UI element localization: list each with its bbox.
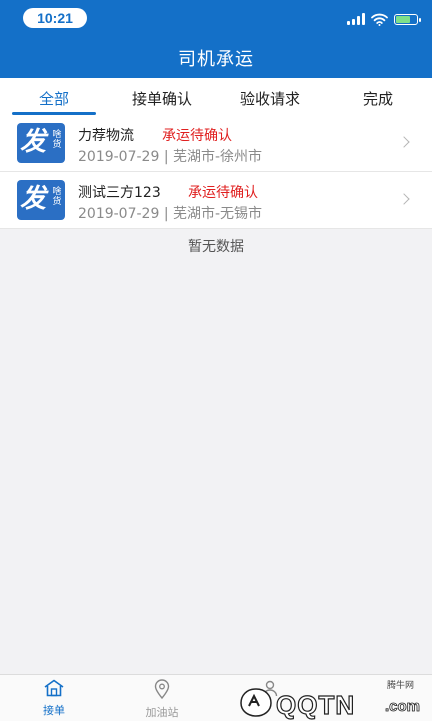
- tabbar-item-gas-station[interactable]: 加油站: [140, 679, 184, 720]
- logo-big-char: 发: [20, 184, 47, 214]
- order-meta: 2019-07-29 | 芜湖市-无锡市: [78, 203, 262, 223]
- status-time: 10:21: [37, 10, 73, 26]
- status-bar: 10:21: [0, 0, 432, 38]
- order-meta: 2019-07-29 | 芜湖市-徐州市: [78, 146, 262, 166]
- page-title: 司机承运: [178, 49, 254, 70]
- watermark-text: QQTN: [275, 689, 356, 720]
- meta-separator: |: [163, 206, 169, 222]
- order-status: 承运待确认: [162, 128, 232, 144]
- battery-icon: [394, 13, 421, 25]
- app-logo: 发 啥货: [17, 123, 65, 163]
- tab-complete[interactable]: 完成: [324, 78, 432, 118]
- app-logo: 发 啥货: [17, 180, 65, 220]
- order-item[interactable]: 发 啥货 测试三方123 承运待确认 2019-07-29 | 芜湖市-无锡市: [0, 172, 432, 229]
- tab-inspection-request[interactable]: 验收请求: [216, 78, 324, 118]
- status-icons: [347, 11, 421, 27]
- watermark-small-text: 腾牛网: [386, 681, 414, 691]
- meta-separator: |: [163, 149, 169, 165]
- location-pin-icon: [154, 679, 170, 700]
- company-name: 力荐物流: [78, 128, 134, 144]
- nav-bar: 司机承运: [0, 38, 432, 78]
- order-route: 芜湖市-徐州市: [173, 149, 263, 165]
- home-icon: [44, 679, 64, 697]
- chevron-right-icon: [398, 193, 410, 205]
- watermark-logo-icon: [240, 688, 272, 717]
- order-list: 发 啥货 力荐物流 承运待确认 2019-07-29 | 芜湖市-徐州市 发 啥…: [0, 115, 432, 229]
- wifi-icon: [371, 13, 388, 26]
- order-date: 2019-07-29: [78, 206, 160, 222]
- tabbar-label-orders: 接单: [43, 704, 65, 717]
- order-item[interactable]: 发 啥货 力荐物流 承运待确认 2019-07-29 | 芜湖市-徐州市: [0, 115, 432, 172]
- tabbar-label-gas-station: 加油站: [145, 706, 179, 719]
- tabbar-item-orders[interactable]: 接单: [34, 679, 74, 718]
- empty-state-text: 暂无数据: [188, 239, 244, 255]
- signal-icon: [347, 13, 365, 25]
- order-status: 承运待确认: [188, 185, 258, 201]
- tab-all[interactable]: 全部: [0, 78, 108, 118]
- tab-bar: 全部 接单确认 验收请求 完成: [0, 78, 432, 119]
- logo-small-text: 啥货: [52, 130, 62, 150]
- order-route: 芜湖市-无锡市: [173, 206, 263, 222]
- logo-small-text: 啥货: [52, 187, 62, 207]
- chevron-right-icon: [398, 136, 410, 148]
- watermark-domain: .com: [384, 698, 421, 716]
- site-watermark: 腾牛网 QQTN .com: [234, 676, 424, 721]
- time-pill: 10:21: [23, 8, 87, 28]
- company-name: 测试三方123: [78, 185, 161, 201]
- tab-accept-confirm[interactable]: 接单确认: [108, 78, 216, 118]
- order-date: 2019-07-29: [78, 149, 160, 165]
- logo-big-char: 发: [20, 127, 47, 157]
